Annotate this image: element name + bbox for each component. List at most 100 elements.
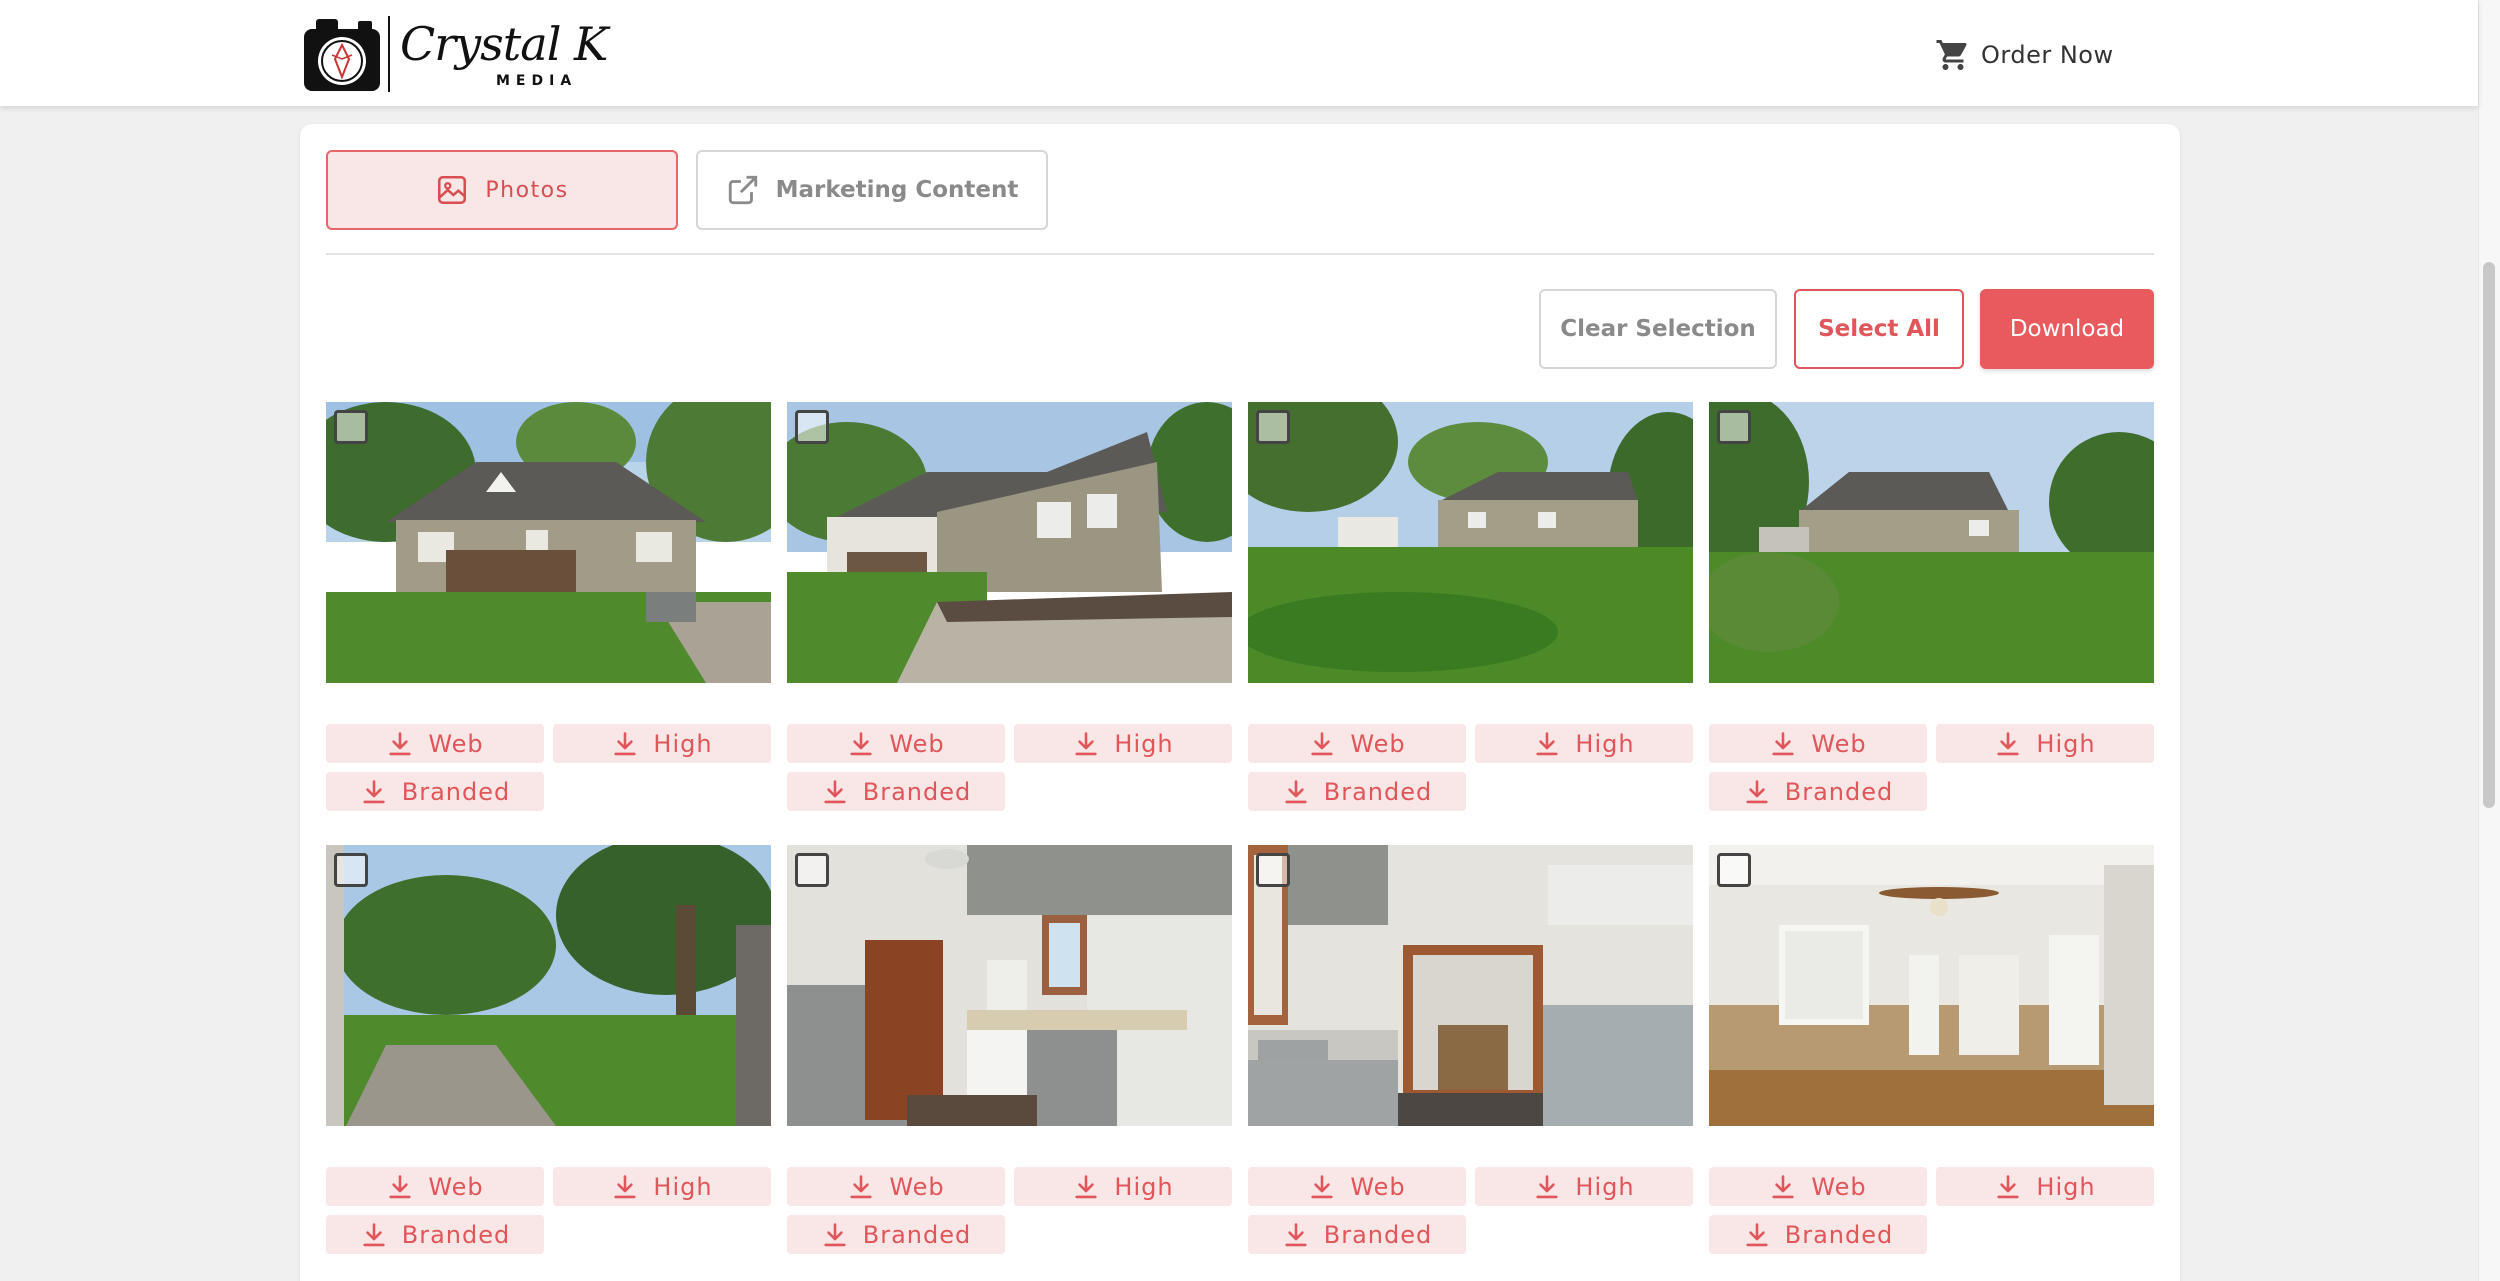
download-branded-label: Branded [1323, 1220, 1433, 1249]
download-branded-button[interactable]: Branded [1248, 1215, 1466, 1254]
top-header: Crystal K MEDIA Order Now [0, 0, 2478, 106]
download-high-label: High [2036, 729, 2096, 758]
order-now-link[interactable]: Order Now [1935, 34, 2114, 76]
download-icon [1746, 1222, 1768, 1246]
photo-select-checkbox[interactable] [1717, 853, 1751, 887]
download-icon [1746, 779, 1768, 803]
photo-thumbnail[interactable] [1709, 845, 2154, 1126]
download-icon [1536, 731, 1559, 755]
download-high-label: High [1575, 729, 1635, 758]
photo-thumbnail[interactable] [787, 402, 1232, 683]
download-branded-button[interactable]: Branded [1709, 772, 1927, 811]
photo-thumbnail[interactable] [1248, 845, 1693, 1126]
clear-selection-button[interactable]: Clear Selection [1539, 289, 1777, 369]
download-web-button[interactable]: Web [326, 1167, 544, 1206]
download-high-button[interactable]: High [1014, 724, 1232, 763]
brand-subtitle: MEDIA [496, 73, 578, 89]
photo-select-checkbox[interactable] [334, 410, 368, 444]
download-branded-button[interactable]: Branded [1709, 1215, 1927, 1254]
tab-marketing-label: Marketing Content [775, 177, 1019, 203]
download-high-button[interactable]: High [1936, 724, 2154, 763]
download-web-button[interactable]: Web [1248, 1167, 1466, 1206]
download-button[interactable]: Download [1980, 289, 2154, 369]
download-web-label: Web [428, 1172, 484, 1201]
download-branded-label: Branded [862, 777, 972, 806]
download-icon [1285, 779, 1307, 803]
download-high-button[interactable]: High [553, 724, 771, 763]
cart-icon [1936, 40, 1967, 70]
download-icon [363, 1222, 385, 1246]
page-scrollbar[interactable] [2478, 0, 2500, 1281]
photo-select-checkbox[interactable] [795, 410, 829, 444]
tab-photos[interactable]: Photos [326, 150, 678, 230]
scrollbar-thumb[interactable] [2483, 262, 2495, 808]
download-web-button[interactable]: Web [1248, 724, 1466, 763]
download-icon [1772, 731, 1794, 755]
download-high-label: High [1114, 1172, 1174, 1201]
download-web-label: Web [1811, 729, 1867, 758]
download-branded-button[interactable]: Branded [1248, 772, 1466, 811]
image-icon [438, 175, 467, 205]
download-web-label: Web [1811, 1172, 1867, 1201]
download-icon [850, 731, 872, 755]
download-icon [1536, 1174, 1559, 1198]
download-web-label: Web [889, 1172, 945, 1201]
download-icon [1285, 1222, 1307, 1246]
download-icon [389, 1174, 411, 1198]
download-high-button[interactable]: High [553, 1167, 771, 1206]
photo-select-checkbox[interactable] [1256, 853, 1290, 887]
photo-select-checkbox[interactable] [1256, 410, 1290, 444]
download-icon [824, 779, 846, 803]
download-icon [363, 779, 385, 803]
photo-thumbnail[interactable] [326, 402, 771, 683]
download-branded-button[interactable]: Branded [787, 1215, 1005, 1254]
download-icon [1997, 731, 2020, 755]
photo-select-checkbox[interactable] [795, 853, 829, 887]
tab-marketing-content[interactable]: Marketing Content [696, 150, 1048, 230]
download-high-label: High [1575, 1172, 1635, 1201]
download-branded-button[interactable]: Branded [326, 1215, 544, 1254]
photo-thumbnail[interactable] [1248, 402, 1693, 683]
download-high-label: High [1114, 729, 1174, 758]
download-icon [1075, 1174, 1098, 1198]
select-all-button[interactable]: Select All [1794, 289, 1964, 369]
download-web-button[interactable]: Web [1709, 724, 1927, 763]
download-web-button[interactable]: Web [326, 724, 544, 763]
download-web-button[interactable]: Web [1709, 1167, 1927, 1206]
download-icon [389, 731, 411, 755]
brand-name: Crystal K [400, 17, 608, 71]
download-high-button[interactable]: High [1475, 724, 1693, 763]
download-branded-label: Branded [862, 1220, 972, 1249]
photo-thumbnail[interactable] [1709, 402, 2154, 683]
photo-thumbnail[interactable] [326, 845, 771, 1126]
external-link-icon [728, 175, 757, 205]
download-branded-label: Branded [401, 1220, 511, 1249]
download-icon [1311, 731, 1333, 755]
download-web-label: Web [428, 729, 484, 758]
download-branded-label: Branded [1323, 777, 1433, 806]
order-now-label: Order Now [1981, 41, 2114, 69]
download-branded-button[interactable]: Branded [326, 772, 544, 811]
download-web-button[interactable]: Web [787, 1167, 1005, 1206]
download-web-label: Web [1350, 1172, 1406, 1201]
download-branded-label: Branded [1784, 777, 1894, 806]
photo-thumbnail[interactable] [787, 845, 1232, 1126]
download-icon [1075, 731, 1098, 755]
download-high-label: High [653, 729, 713, 758]
download-high-button[interactable]: High [1936, 1167, 2154, 1206]
download-icon [824, 1222, 846, 1246]
download-web-button[interactable]: Web [787, 724, 1005, 763]
download-high-button[interactable]: High [1475, 1167, 1693, 1206]
download-web-label: Web [889, 729, 945, 758]
download-icon [1772, 1174, 1794, 1198]
photo-select-checkbox[interactable] [1717, 410, 1751, 444]
brand-logo[interactable]: Crystal K MEDIA [302, 14, 608, 94]
download-branded-label: Branded [1784, 1220, 1894, 1249]
download-branded-button[interactable]: Branded [787, 772, 1005, 811]
download-icon [1997, 1174, 2020, 1198]
download-high-label: High [2036, 1172, 2096, 1201]
download-icon [850, 1174, 872, 1198]
photo-select-checkbox[interactable] [334, 853, 368, 887]
download-high-button[interactable]: High [1014, 1167, 1232, 1206]
download-icon [1311, 1174, 1333, 1198]
